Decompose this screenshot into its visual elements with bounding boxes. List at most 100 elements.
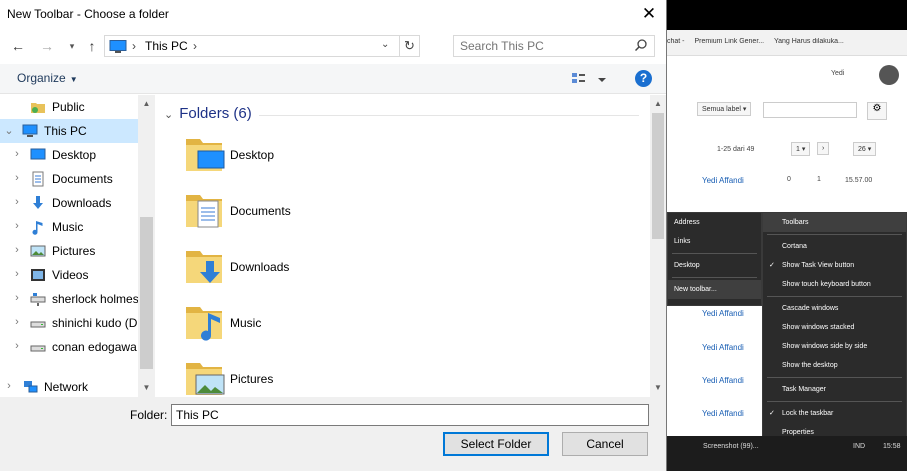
scroll-up-icon[interactable]: ▲ bbox=[138, 99, 155, 108]
menu-item-cortana[interactable]: Cortana bbox=[763, 237, 906, 256]
expanded-chevron-icon[interactable]: ⌄ bbox=[4, 124, 14, 137]
up-arrow-icon[interactable]: ↑ bbox=[82, 36, 102, 56]
expand-chevron-icon[interactable]: › bbox=[12, 220, 22, 232]
search-box[interactable] bbox=[453, 35, 655, 57]
menu-item-task-manager[interactable]: Task Manager bbox=[763, 380, 906, 399]
bookmarks-bar: chat - Premium Link Gener... Yang Harus … bbox=[667, 38, 907, 56]
expand-chevron-icon[interactable]: › bbox=[4, 380, 14, 392]
sidebar-item-desktop[interactable]: › Desktop bbox=[0, 143, 138, 167]
avatar[interactable] bbox=[879, 65, 899, 85]
menu-item-show-desktop[interactable]: Show the desktop bbox=[763, 356, 906, 375]
address-bar[interactable]: › This PC › ⌄ ↻ bbox=[104, 35, 420, 57]
help-icon[interactable]: ? bbox=[635, 70, 652, 87]
cancel-button[interactable]: Cancel bbox=[562, 432, 648, 456]
bookmark-item[interactable]: Premium Link Gener... bbox=[694, 38, 764, 45]
close-icon[interactable]: ✕ bbox=[632, 0, 666, 28]
labels-dropdown[interactable]: Semua label ▾ bbox=[697, 102, 752, 116]
menu-item-new-toolbar[interactable]: New toolbar... bbox=[668, 280, 761, 299]
menu-item-cascade[interactable]: Cascade windows bbox=[763, 299, 906, 318]
taskbar-item[interactable]: Screenshot (99)... bbox=[703, 443, 759, 450]
organize-menu[interactable]: Organize ▼ bbox=[17, 71, 78, 85]
folder-item-music[interactable]: Music bbox=[182, 299, 482, 351]
content-scroll-thumb[interactable] bbox=[652, 113, 664, 239]
menu-item-touch-keyboard[interactable]: Show touch keyboard button bbox=[763, 275, 906, 294]
sidebar-item-this-pc[interactable]: ⌄ This PC bbox=[0, 119, 138, 143]
bookmark-item[interactable]: chat - bbox=[667, 38, 685, 45]
nav-scroll-thumb[interactable] bbox=[140, 217, 153, 369]
downloads-folder-icon bbox=[182, 243, 226, 287]
scroll-down-icon[interactable]: ▼ bbox=[650, 383, 666, 392]
next-page-button[interactable]: › bbox=[817, 142, 830, 155]
expand-chevron-icon[interactable]: › bbox=[12, 244, 22, 256]
gmail-search-input[interactable] bbox=[763, 102, 857, 118]
expand-chevron-icon[interactable]: › bbox=[12, 268, 22, 280]
menu-item-lock-taskbar[interactable]: ✓ Lock the taskbar bbox=[763, 404, 906, 423]
folder-content: ⌄ Folders (6) Desktop Documents Downloads Mu… bbox=[156, 95, 650, 397]
language-indicator[interactable]: IND bbox=[853, 443, 865, 450]
collapse-chevron-icon[interactable]: ⌄ bbox=[164, 109, 173, 121]
folder-name: Documents bbox=[230, 204, 291, 218]
desktop-icon bbox=[30, 147, 46, 163]
nav-scrollbar[interactable]: ▲ ▼ bbox=[138, 95, 155, 397]
sidebar-item-network[interactable]: › Network bbox=[0, 375, 138, 397]
folders-group-header[interactable]: ⌄ Folders (6) bbox=[164, 105, 639, 122]
address-dropdown-icon[interactable]: ⌄ bbox=[381, 39, 395, 50]
bookmark-item[interactable]: Yang Harus dilakuka... bbox=[774, 38, 844, 45]
breadcrumb-this-pc[interactable]: This PC bbox=[145, 39, 188, 53]
expand-chevron-icon[interactable]: › bbox=[12, 196, 22, 208]
sidebar-item-music[interactable]: › Music bbox=[0, 215, 138, 239]
folder-item-pictures[interactable]: Pictures bbox=[182, 355, 482, 397]
email-sender[interactable]: Yedi Affandi bbox=[702, 376, 744, 385]
breadcrumb-chevron-icon[interactable]: › bbox=[193, 39, 197, 53]
expand-chevron-icon[interactable]: › bbox=[12, 316, 22, 328]
sidebar-item-conan-edogawa[interactable]: › conan edogawa bbox=[0, 335, 138, 359]
folder-item-documents[interactable]: Documents bbox=[182, 187, 482, 239]
recent-locations-chevron-icon[interactable]: ▾ bbox=[62, 36, 82, 56]
select-folder-button[interactable]: Select Folder bbox=[443, 432, 549, 456]
per-page-select[interactable]: 26 ▾ bbox=[853, 142, 877, 156]
email-sender[interactable]: Yedi Affandi bbox=[702, 176, 744, 185]
sidebar-item-pictures[interactable]: › Pictures bbox=[0, 239, 138, 263]
menu-item-toolbars[interactable]: Toolbars bbox=[763, 213, 906, 232]
menu-item-side-by-side[interactable]: Show windows side by side bbox=[763, 337, 906, 356]
page-select[interactable]: 1 ▾ bbox=[791, 142, 811, 156]
sidebar-item-documents[interactable]: › Documents bbox=[0, 167, 138, 191]
refresh-icon[interactable]: ↻ bbox=[399, 36, 419, 56]
menu-item-links[interactable]: Links bbox=[668, 232, 761, 251]
search-input[interactable] bbox=[460, 38, 630, 54]
menu-item-address[interactable]: Address bbox=[668, 213, 761, 232]
scroll-down-icon[interactable]: ▼ bbox=[138, 383, 155, 392]
folder-item-desktop[interactable]: Desktop bbox=[182, 131, 482, 183]
pc-icon bbox=[109, 40, 127, 56]
folders-section-title: Folders (6) bbox=[179, 105, 252, 122]
expand-chevron-icon[interactable]: › bbox=[12, 148, 22, 160]
settings-gear-icon[interactable]: ⚙ bbox=[867, 102, 887, 120]
search-icon[interactable] bbox=[634, 38, 648, 55]
folder-name-input[interactable] bbox=[171, 404, 649, 426]
sidebar-item-sherlock-holmes[interactable]: › sherlock holmes bbox=[0, 287, 139, 311]
menu-item-desktop[interactable]: Desktop bbox=[668, 256, 761, 275]
content-scrollbar[interactable]: ▲ ▼ bbox=[650, 95, 666, 397]
back-arrow-icon[interactable]: ← bbox=[8, 36, 28, 56]
address-row: ← → ▾ ↑ › This PC › ⌄ ↻ bbox=[0, 32, 666, 60]
change-view-button[interactable] bbox=[571, 71, 607, 89]
email-sender[interactable]: Yedi Affandi bbox=[702, 409, 744, 418]
sidebar-item-shinichi-kudo-d[interactable]: › shinichi kudo (D bbox=[0, 311, 138, 335]
menu-item-task-view[interactable]: ✓ Show Task View button bbox=[763, 256, 906, 275]
clock[interactable]: 15:58 bbox=[883, 443, 901, 450]
expand-chevron-icon[interactable]: › bbox=[12, 340, 22, 352]
scroll-up-icon[interactable]: ▲ bbox=[650, 99, 666, 108]
network-icon bbox=[22, 379, 38, 395]
folder-item-downloads[interactable]: Downloads bbox=[182, 243, 482, 295]
email-sender[interactable]: Yedi Affandi bbox=[702, 309, 744, 318]
expand-chevron-icon[interactable]: › bbox=[12, 172, 22, 184]
breadcrumb-chevron-icon[interactable]: › bbox=[132, 39, 136, 53]
menu-item-stacked[interactable]: Show windows stacked bbox=[763, 318, 906, 337]
sidebar-item-downloads[interactable]: › Downloads bbox=[0, 191, 138, 215]
sidebar-item-public[interactable]: Public bbox=[0, 95, 138, 119]
taskbar: Screenshot (99)... IND 15:58 bbox=[667, 436, 907, 471]
sidebar-item-videos[interactable]: › Videos bbox=[0, 263, 138, 287]
expand-chevron-icon[interactable]: › bbox=[12, 292, 22, 304]
email-sender[interactable]: Yedi Affandi bbox=[702, 343, 744, 352]
forward-arrow-icon[interactable]: → bbox=[37, 36, 57, 56]
